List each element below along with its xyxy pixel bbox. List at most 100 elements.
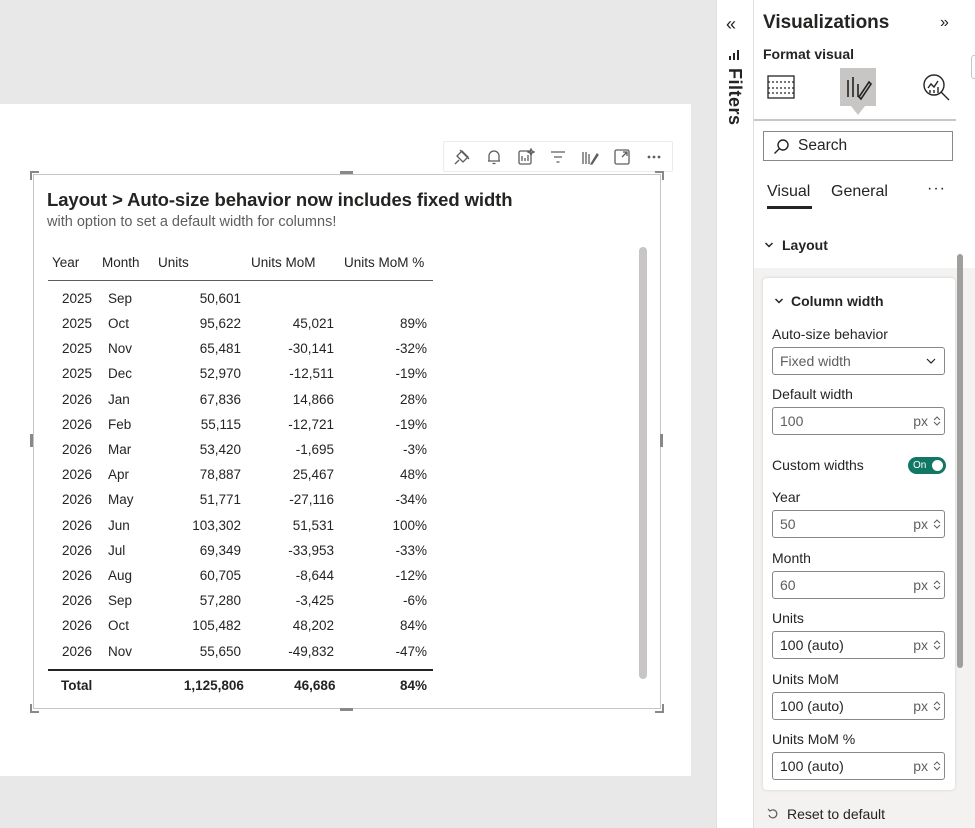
spin-buttons[interactable] (932, 639, 942, 651)
cell-units-mom-pct: 84% (399, 618, 427, 634)
cell-units: 65,481 (199, 341, 241, 357)
table-row[interactable]: 2026 Aug 60,705 -8,644 -12% (48, 563, 433, 588)
column-header-year[interactable]: Year (48, 245, 98, 281)
custom-width-value: 100 (auto) (780, 637, 844, 653)
filters-pane[interactable]: « Filters (716, 0, 754, 828)
table-row[interactable]: 2026 Jan 67,836 14,866 28% (48, 387, 433, 412)
format-visual-icon[interactable] (574, 142, 606, 171)
cell-month: May (108, 492, 134, 508)
spin-buttons[interactable] (932, 579, 942, 591)
auto-size-dropdown[interactable]: Fixed width (772, 347, 945, 375)
table-row[interactable]: 2025 Nov 65,481 -30,141 -32% (48, 336, 433, 361)
table-row[interactable]: 2026 Jul 69,349 -33,953 -33% (48, 538, 433, 563)
table-row[interactable]: 2026 Feb 55,115 -12,721 -19% (48, 412, 433, 437)
toggle-knob (932, 460, 943, 471)
custom-width-input-year[interactable]: 50 px (772, 510, 945, 538)
pane-scrollbar[interactable] (957, 254, 963, 668)
cell-month: Apr (108, 467, 130, 483)
resize-handle-bottom-left[interactable] (30, 704, 39, 713)
focus-mode-icon[interactable] (606, 142, 638, 171)
table-row[interactable]: 2025 Sep 50,601 (48, 280, 433, 311)
cell-units-mom: 45,021 (292, 316, 334, 332)
tab-visual-underline (767, 206, 812, 209)
visual-subtitle: with option to set a default width for c… (47, 214, 337, 230)
default-width-input[interactable]: 100 px (772, 407, 945, 435)
cell-units-mom: -49,832 (288, 643, 334, 659)
table-row[interactable]: 2026 Jun 103,302 51,531 100% (48, 513, 433, 538)
more-options-icon[interactable]: ··· (927, 180, 946, 198)
auto-size-value: Fixed width (780, 353, 851, 369)
resize-handle-top-right[interactable] (655, 171, 664, 180)
tab-general[interactable]: General (831, 183, 888, 201)
custom-width-input-units-mom[interactable]: 100 (auto) px (772, 691, 945, 720)
resize-handle-right[interactable] (660, 434, 663, 447)
custom-width-input-units[interactable]: 100 (auto) px (772, 631, 945, 659)
cell-units: 52,970 (199, 366, 241, 382)
tab-visual[interactable]: Visual (767, 183, 810, 201)
cell-units-mom: 14,866 (292, 391, 334, 407)
cell-year: 2026 (61, 618, 92, 634)
custom-width-input-units-mom-pct[interactable]: 100 (auto) px (772, 752, 945, 780)
column-header-month[interactable]: Month (98, 245, 154, 281)
spin-buttons[interactable] (932, 760, 942, 772)
cell-month: Nov (108, 643, 133, 659)
table-visual[interactable]: Layout > Auto-size behavior now includes… (33, 174, 661, 709)
chevron-down-icon (926, 358, 936, 364)
filters-label[interactable]: Filters (724, 68, 745, 126)
table-row[interactable]: 2025 Dec 52,970 -12,511 -19% (48, 361, 433, 386)
table-row[interactable]: 2026 May 51,771 -27,116 -34% (48, 487, 433, 512)
resize-handle-bottom[interactable] (340, 708, 353, 711)
table-scrollbar[interactable] (639, 247, 647, 679)
chevron-down-icon (764, 242, 774, 248)
filter-icon[interactable] (542, 142, 574, 171)
column-header-units-mom-pct[interactable]: Units MoM % (340, 245, 433, 281)
cell-year: 2026 (61, 542, 92, 558)
resize-handle-bottom-right[interactable] (655, 704, 664, 713)
copilot-summary-icon[interactable] (510, 142, 542, 171)
cell-units-mom: -27,116 (289, 492, 334, 508)
table-row[interactable]: 2026 Mar 53,420 -1,695 -3% (48, 437, 433, 462)
layout-section-header[interactable]: Layout (764, 237, 828, 253)
table-row[interactable]: 2025 Oct 95,622 45,021 89% (48, 311, 433, 336)
cell-units-mom-pct: -19% (395, 366, 427, 382)
table-body-viewport: Year Month Units Units MoM Units MoM % 2… (48, 245, 433, 670)
format-visual-tab[interactable] (840, 68, 876, 106)
custom-widths-toggle[interactable]: On (908, 457, 946, 474)
analytics-icon (923, 74, 950, 101)
build-visual-tab[interactable] (763, 68, 799, 106)
chevron-down-icon (933, 421, 941, 426)
cell-units: 60,705 (199, 567, 241, 583)
resize-handle-left[interactable] (30, 434, 33, 447)
column-header-units-mom[interactable]: Units MoM (247, 245, 340, 281)
cell-units-mom-pct: 28% (399, 391, 427, 407)
chevron-down-icon (933, 706, 941, 711)
cell-month: Sep (108, 593, 133, 609)
custom-width-input-month[interactable]: 60 px (772, 570, 945, 599)
resize-handle-top[interactable] (340, 171, 353, 174)
analytics-tab[interactable] (918, 68, 954, 106)
spin-buttons[interactable] (932, 700, 942, 712)
table-row[interactable]: 2026 Oct 105,482 48,202 84% (48, 613, 433, 638)
table-row[interactable]: 2026 Apr 78,887 25,467 48% (48, 462, 433, 487)
more-options-icon[interactable] (638, 142, 670, 171)
edge-pane-tab[interactable] (971, 55, 975, 79)
resize-handle-top-left[interactable] (30, 171, 39, 180)
pin-icon[interactable] (446, 142, 478, 171)
expand-pane-icon[interactable]: » (940, 14, 949, 32)
alert-bell-icon[interactable] (478, 142, 510, 171)
spin-buttons[interactable] (932, 415, 942, 427)
search-input[interactable]: Search (763, 131, 953, 161)
px-unit: px (913, 413, 928, 429)
spin-buttons[interactable] (932, 518, 942, 530)
column-width-header[interactable]: Column width (774, 293, 884, 309)
column-header-units[interactable]: Units (154, 245, 247, 281)
cell-month: Jul (108, 542, 126, 558)
cell-year: 2026 (61, 593, 92, 609)
visualizations-title: Visualizations (763, 12, 890, 33)
cell-units: 95,622 (199, 316, 241, 332)
cell-month: Jun (108, 517, 130, 533)
collapse-filters-icon[interactable]: « (726, 14, 736, 35)
table-row[interactable]: 2026 Sep 57,280 -3,425 -6% (48, 588, 433, 613)
table-row[interactable]: 2026 Nov 55,650 -49,832 -47% (48, 638, 433, 663)
reset-to-default-button[interactable]: Reset to default (767, 806, 885, 822)
